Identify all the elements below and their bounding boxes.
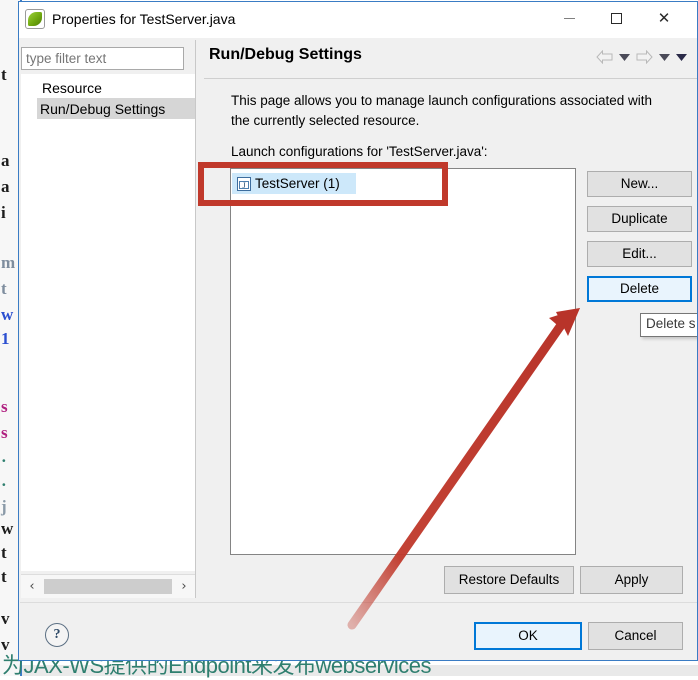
back-arrow-icon[interactable] — [596, 50, 613, 64]
bg-char: j — [1, 497, 7, 516]
scroll-left-arrow-icon[interactable]: ‹ — [21, 575, 43, 598]
list-item[interactable]: J TestServer (1) — [232, 173, 356, 194]
sidebar-item-label: Run/Debug Settings — [40, 100, 166, 117]
close-button[interactable]: ✕ — [641, 2, 687, 34]
bg-char: t — [1, 543, 7, 562]
sidebar-item-label: Resource — [42, 79, 102, 96]
close-icon: ✕ — [657, 8, 671, 27]
pane-divider — [195, 40, 196, 598]
edit-button[interactable]: Edit... — [587, 241, 692, 267]
bg-char: m — [1, 253, 16, 272]
window-title: Properties for TestServer.java — [52, 11, 236, 27]
bg-char: t — [1, 65, 7, 84]
header-divider — [204, 78, 697, 79]
forward-history-chevron-down-icon[interactable] — [659, 52, 670, 63]
bg-char: · — [1, 451, 7, 470]
sidebar-item-resource[interactable]: Resource — [39, 77, 105, 98]
delete-button[interactable]: Delete — [587, 276, 692, 302]
settings-tree: Resource Run/Debug Settings — [21, 74, 195, 571]
bg-char: s — [1, 397, 8, 416]
forward-arrow-icon[interactable] — [636, 50, 653, 64]
bg-char: i — [1, 203, 6, 222]
page-navigation-toolbar — [596, 50, 687, 64]
java-launch-config-icon: J — [237, 176, 251, 191]
bg-char: a — [1, 151, 10, 170]
maximize-button[interactable] — [593, 2, 639, 34]
more-options-chevron-down-icon[interactable] — [676, 52, 687, 63]
bg-char: s — [1, 423, 8, 442]
page-description: This page allows you to manage launch co… — [231, 93, 652, 128]
minimize-icon — [563, 17, 575, 19]
scroll-right-arrow-icon[interactable]: › — [173, 575, 195, 598]
list-item-label: TestServer (1) — [255, 176, 340, 191]
ok-button[interactable]: OK — [474, 622, 582, 650]
title-bar: Properties for TestServer.java ✕ — [19, 2, 697, 38]
back-history-chevron-down-icon[interactable] — [619, 52, 630, 63]
page-title: Run/Debug Settings — [209, 46, 362, 63]
bg-char: w — [1, 305, 14, 324]
restore-defaults-button[interactable]: Restore Defaults — [444, 566, 574, 594]
list-label: Launch configurations for 'TestServer.ja… — [231, 144, 488, 159]
bg-char: w — [1, 519, 14, 538]
maximize-icon — [610, 12, 622, 24]
search-input[interactable] — [21, 47, 184, 70]
properties-dialog: Properties for TestServer.java ✕ Resourc… — [18, 1, 698, 661]
footer-divider — [20, 602, 697, 603]
minimize-button[interactable] — [546, 2, 592, 34]
green-leaf-icon — [25, 9, 45, 29]
tooltip-content: Delete s — [640, 313, 697, 337]
bg-char: t — [1, 567, 7, 586]
bg-char: 1 — [1, 329, 10, 348]
bg-char: t — [1, 279, 7, 298]
tree-horizontal-scrollbar[interactable]: ‹ › — [21, 574, 195, 598]
duplicate-button[interactable]: Duplicate — [587, 206, 692, 232]
new-button[interactable]: New... — [587, 171, 692, 197]
bg-char: v — [1, 609, 10, 628]
launch-configurations-list[interactable]: J TestServer (1) — [230, 168, 576, 555]
scrollbar-thumb[interactable] — [44, 579, 172, 594]
apply-button[interactable]: Apply — [580, 566, 683, 594]
help-icon[interactable]: ? — [45, 623, 69, 647]
bg-char: a — [1, 177, 10, 196]
bg-char: · — [1, 475, 7, 494]
sidebar-item-run-debug-settings[interactable]: Run/Debug Settings — [37, 98, 195, 119]
java-glyph: J — [239, 180, 249, 189]
leaf-shape — [28, 12, 42, 26]
cancel-button[interactable]: Cancel — [588, 622, 683, 650]
